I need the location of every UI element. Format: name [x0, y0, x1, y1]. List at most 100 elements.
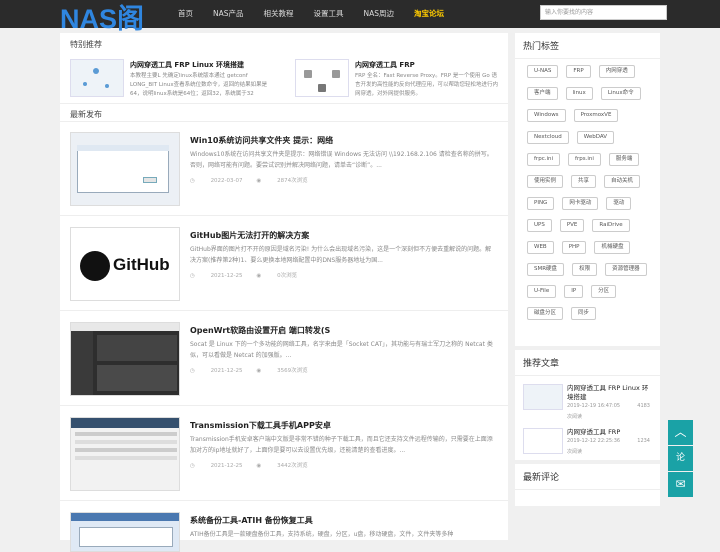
- tag-item[interactable]: ProxmoxVE: [573, 109, 619, 122]
- mail-button[interactable]: ✉: [668, 472, 693, 497]
- eye-icon: ◉: [256, 178, 264, 184]
- post-title[interactable]: 系统备份工具-ATIH 备份恢复工具: [190, 515, 313, 526]
- tag-item[interactable]: frpc.ini: [527, 153, 561, 166]
- post-excerpt: Windows10系统在访问共享文件夹是提示：网络错误 Windows 无法访问…: [190, 151, 493, 169]
- post-title[interactable]: Transmission下载工具手机APP安卓: [190, 420, 331, 431]
- post-item[interactable]: 系统备份工具-ATIH 备份恢复工具 ATIH备份工具是一款硬盘备份工具，支持系…: [60, 507, 508, 552]
- post-excerpt: Socat 是 Linux 下的一个多功能的网络工具，名字来由是「Socket …: [190, 341, 493, 359]
- recommended-thumbnail[interactable]: [523, 428, 563, 454]
- tag-item[interactable]: linux: [565, 87, 593, 100]
- post-title[interactable]: GitHub图片无法打开的解决方案: [190, 230, 309, 241]
- post-meta: ◷ 2021-12-25 ◉ 3442次浏览: [190, 463, 308, 469]
- tag-item[interactable]: 同步: [571, 307, 597, 320]
- tag-item[interactable]: 客户端: [527, 87, 558, 100]
- post-thumbnail[interactable]: GitHub: [70, 227, 180, 301]
- clock-icon: ◷: [190, 178, 197, 184]
- tag-item[interactable]: U-NAS: [527, 65, 559, 78]
- tag-cloud: U-NAS FRP 内网穿透客户端 linux Linux命令 Windows Proxmo…: [515, 59, 660, 329]
- recommended-panel: 推荐文章 内网穿透工具 FRP Linux 环境搭建 2019-12-19 16…: [515, 350, 660, 460]
- nav-home[interactable]: 首页: [168, 0, 203, 28]
- post-item[interactable]: Win10系统访问共享文件夹 提示：网络 Windows10系统在访问共享文件夹…: [60, 127, 508, 222]
- back-to-top-button[interactable]: ︿: [668, 420, 693, 445]
- post-meta: ◷ 2021-12-25 ◉ 0次浏览: [190, 273, 298, 279]
- tag-item[interactable]: WebDAV: [576, 131, 615, 144]
- tag-item[interactable]: 网卡驱动: [562, 197, 599, 210]
- featured-title: 特别推荐: [70, 40, 102, 49]
- post-thumbnail[interactable]: [70, 132, 180, 206]
- tag-item[interactable]: 机械硬盘: [594, 241, 631, 254]
- tag-item[interactable]: Windows: [527, 109, 566, 122]
- eye-icon: ◉: [256, 273, 264, 279]
- post-thumbnail[interactable]: [70, 322, 180, 396]
- tag-item[interactable]: 自动关机: [604, 175, 641, 188]
- tag-item[interactable]: 资源管理器: [605, 263, 647, 276]
- clock-icon: ◷: [190, 368, 197, 374]
- tag-item[interactable]: PING: [527, 197, 555, 210]
- recommended-item[interactable]: 内网穿透工具 FRP Linux 环境搭建 2019-12-19 16:47:0…: [515, 380, 660, 420]
- recommended-item-title[interactable]: 内网穿透工具 FRP Linux 环境搭建: [567, 384, 652, 402]
- tag-item[interactable]: Nextcloud: [527, 131, 569, 144]
- post-meta: ◷ 2021-12-25 ◉ 3569次浏览: [190, 368, 308, 374]
- tag-item[interactable]: U-File: [527, 285, 557, 298]
- tag-item[interactable]: PHP: [561, 241, 587, 254]
- latest-title: 最新发布: [70, 110, 102, 119]
- clock-icon: ◷: [190, 273, 197, 279]
- tag-item[interactable]: IP: [564, 285, 584, 298]
- tag-item[interactable]: 权限: [572, 263, 598, 276]
- tag-item[interactable]: UPS: [527, 219, 552, 232]
- post-item[interactable]: OpenWrt软路由设置开启 端口转发(S Socat 是 Linux 下的一个…: [60, 317, 508, 412]
- site-header: NAS阁 首页 NAS产品 相关教程 设置工具 NAS周边 淘宝论坛 输入你要找…: [0, 0, 720, 34]
- latest-comments-panel: 最新评论: [515, 464, 660, 506]
- recommended-item[interactable]: 内网穿透工具 FRP 2019-12-12 22:25:36 1234 次阅读: [515, 424, 660, 460]
- nav-nas-products[interactable]: NAS产品: [203, 0, 254, 28]
- tag-item[interactable]: WEB: [527, 241, 554, 254]
- tag-item[interactable]: 分区: [591, 285, 617, 298]
- clock-icon: ◷: [190, 463, 197, 469]
- tag-item[interactable]: 磁盘分区: [527, 307, 564, 320]
- post-item[interactable]: Transmission下载工具手机APP安卓 Transmission手机安卓…: [60, 412, 508, 507]
- recommended-item-title[interactable]: 内网穿透工具 FRP: [567, 428, 652, 437]
- search-input[interactable]: 输入你要找的内容: [540, 5, 667, 20]
- nav-accessories[interactable]: NAS周边: [354, 0, 405, 28]
- post-excerpt: ATIH备份工具是一款硬盘备份工具，支持系统，硬盘，分区，u盘，移动硬盘，文件，…: [190, 531, 454, 538]
- tag-item[interactable]: frps.ini: [568, 153, 601, 166]
- tag-item[interactable]: PVE: [559, 219, 585, 232]
- eye-icon: ◉: [256, 463, 264, 469]
- nav-tools[interactable]: 设置工具: [304, 0, 354, 28]
- recommended-thumbnail[interactable]: [523, 384, 563, 410]
- post-meta: ◷ 2022-03-07 ◉ 2874次浏览: [190, 178, 308, 184]
- post-title[interactable]: OpenWrt软路由设置开启 端口转发(S: [190, 325, 330, 336]
- featured-item-title[interactable]: 内网穿透工具 FRP: [355, 60, 415, 70]
- featured-item-desc: 本教程主要L 先确定linux系统版本通过 getconf LONG_BIT L…: [130, 73, 268, 97]
- recommended-title: 推荐文章: [515, 350, 660, 376]
- post-thumbnail[interactable]: [70, 417, 180, 491]
- tag-item[interactable]: Linux命令: [600, 87, 641, 100]
- tag-item[interactable]: RaiDrive: [592, 219, 630, 232]
- site-logo[interactable]: NAS阁: [60, 0, 144, 34]
- post-thumbnail[interactable]: [70, 512, 180, 552]
- post-item[interactable]: GitHub GitHub图片无法打开的解决方案 GitHub界面的图片打不开的…: [60, 222, 508, 317]
- tag-item[interactable]: FRP: [566, 65, 591, 78]
- post-excerpt: GitHub界面的图片打不开的原因是域名污染! 为什么会出现域名污染，这是一个深…: [190, 246, 492, 264]
- featured-thumbnail: [70, 59, 124, 97]
- tag-item[interactable]: 使用实例: [527, 175, 564, 188]
- mail-icon: ✉: [675, 477, 686, 491]
- featured-item-title[interactable]: 内网穿透工具 FRP Linux 环境搭建: [130, 60, 244, 70]
- tag-item[interactable]: 内网穿透: [598, 65, 635, 78]
- post-excerpt: Transmission手机安卓客户端中文版是非常不错的种子下载工具，而且它还支…: [190, 436, 493, 454]
- comment-button[interactable]: 论: [668, 446, 693, 471]
- tag-item[interactable]: SMR硬盘: [527, 263, 565, 276]
- featured-item[interactable]: 内网穿透工具 FRP FRP 全名：Fast Reverse Proxy。FRP…: [285, 55, 505, 130]
- tag-item[interactable]: 服务端: [608, 153, 640, 166]
- featured-item-desc: FRP 全名：Fast Reverse Proxy。FRP 是一个使用 Go 语…: [355, 73, 499, 97]
- nav-tutorials[interactable]: 相关教程: [254, 0, 304, 28]
- tag-item[interactable]: 驱动: [606, 197, 632, 210]
- latest-comments-title: 最新评论: [515, 464, 660, 490]
- github-logo-icon: [80, 251, 110, 281]
- nav-taobao-forum[interactable]: 淘宝论坛: [404, 0, 454, 28]
- post-title[interactable]: Win10系统访问共享文件夹 提示：网络: [190, 135, 333, 146]
- tag-item[interactable]: 共享: [571, 175, 597, 188]
- chevron-up-icon: ︿: [674, 425, 687, 439]
- main-content: 特别推荐 内网穿透工具 FRP Linux 环境搭建 本教程主要L 先确定lin…: [60, 33, 508, 552]
- main-nav: 首页 NAS产品 相关教程 设置工具 NAS周边 淘宝论坛: [168, 0, 454, 28]
